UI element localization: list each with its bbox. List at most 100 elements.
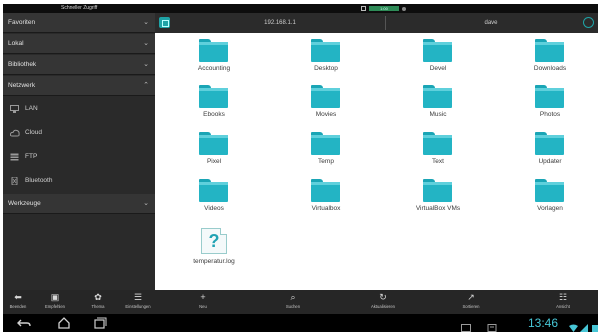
folder-item[interactable]: Desktop — [281, 35, 371, 75]
folder-icon — [199, 132, 228, 155]
folder-item[interactable]: Accounting — [169, 35, 259, 75]
storage-icon — [487, 319, 497, 332]
sidebar-item-label: Cloud — [25, 129, 42, 136]
toolbar-button-suchen[interactable]: ⌕ Suchen — [273, 290, 313, 314]
clock: 13:46 — [527, 316, 558, 330]
toolbar-button-beenden[interactable]: ⬅ Beenden — [5, 290, 31, 314]
folder-icon — [423, 85, 452, 108]
toolbar-button-einstellungen[interactable]: ☰ Einstellungen — [121, 290, 155, 314]
folder-item[interactable]: Devel — [393, 35, 483, 75]
toolbar-label: Ansicht — [556, 304, 570, 309]
file-name: Devel — [429, 65, 447, 72]
toolbar-button-thema[interactable]: ✿ Thema — [84, 290, 112, 314]
screenshot-icon — [461, 319, 471, 332]
breadcrumb-host[interactable]: 192.168.1.1 — [175, 13, 385, 33]
chevron-down-icon: ⌄ — [143, 40, 149, 47]
breadcrumb-divider — [385, 16, 386, 30]
file-name: Videos — [204, 205, 224, 212]
breadcrumb-folder[interactable]: dave — [391, 13, 591, 33]
sidebar-section-label: Bibliothek — [8, 61, 37, 68]
sidebar-section-label: Lokal — [8, 40, 24, 47]
toolbar-label: Neu — [199, 304, 207, 309]
folder-item[interactable]: Text — [393, 128, 483, 168]
folder-item[interactable]: Movies — [281, 81, 371, 121]
sidebar-section-lokal[interactable]: Lokal ⌄ — [3, 34, 155, 54]
sidebar-item-lan[interactable]: LAN — [3, 97, 155, 121]
file-name: Music — [429, 111, 447, 118]
sidebar-item-cloud[interactable]: Cloud — [3, 121, 155, 145]
toolbar-label: Empfehlen — [44, 304, 66, 309]
home-button-icon[interactable] — [55, 314, 73, 332]
file-name: Downloads — [533, 65, 567, 72]
toolbar-button-neu[interactable]: + Neu — [183, 290, 223, 314]
folder-item[interactable]: Downloads — [505, 35, 595, 75]
sidebar-section-favoriten[interactable]: Favoriten ⌄ — [3, 13, 155, 33]
sidebar-item-label: LAN — [25, 105, 38, 112]
folder-icon — [199, 179, 228, 202]
sort-icon: ↗ — [467, 292, 475, 302]
file-name: Vorlagen — [537, 205, 563, 212]
sidebar-section-label: Favoriten — [8, 19, 36, 26]
recent-apps-icon[interactable] — [91, 314, 109, 332]
folder-item[interactable]: Pixel — [169, 128, 259, 168]
sidebar-section-bibliothek[interactable]: Bibliothek ⌄ — [3, 55, 155, 75]
chevron-down-icon: ⌄ — [143, 200, 149, 207]
plus-icon: + — [200, 292, 206, 302]
unknown-file-icon: ? — [201, 228, 227, 254]
toolbar-label: Sortieren — [462, 304, 480, 309]
grid-view-icon: ☷ — [558, 292, 568, 302]
folder-icon — [423, 179, 452, 202]
folder-icon — [423, 132, 452, 155]
folder-item[interactable]: Ebooks — [169, 81, 259, 121]
file-name: Photos — [539, 111, 561, 118]
sidebar-item-ftp[interactable]: FTP — [3, 145, 155, 169]
battery-icon — [591, 319, 599, 332]
toolbar-label: Thema — [91, 304, 105, 309]
status-strip: Schneller Zugriff 1:00 — [3, 4, 598, 13]
chevron-up-icon: ⌃ — [143, 82, 149, 89]
theme-icon: ✿ — [94, 292, 102, 302]
settings-icon: ☰ — [133, 292, 143, 302]
file-name: Accounting — [197, 65, 231, 72]
file-item[interactable]: ? temperatur.log — [169, 228, 259, 268]
status-title: Schneller Zugriff — [61, 5, 98, 11]
sidebar-item-label: Bluetooth — [25, 177, 53, 184]
folder-item[interactable]: Temp — [281, 128, 371, 168]
refresh-path-icon[interactable] — [583, 17, 594, 28]
sidebar-item-label: FTP — [25, 153, 38, 160]
file-name: Pixel — [206, 158, 222, 165]
toolbar-button-aktualisieren[interactable]: ↻ Aktualisieren — [363, 290, 403, 314]
toolbar-button-empfehlen[interactable]: ▣ Empfehlen — [38, 290, 72, 314]
toolbar-label: Aktualisieren — [371, 304, 395, 309]
folder-item[interactable]: VirtualBox VMs — [393, 175, 483, 215]
signal-icon — [580, 319, 589, 332]
back-icon[interactable] — [15, 314, 33, 332]
file-name: Ebooks — [203, 111, 225, 118]
folder-icon — [423, 39, 452, 62]
folder-icon — [311, 132, 340, 155]
refresh-icon: ↻ — [379, 292, 387, 302]
folder-icon — [311, 179, 340, 202]
folder-icon — [199, 85, 228, 108]
folder-item[interactable]: Videos — [169, 175, 259, 215]
exit-icon: ⬅ — [14, 292, 22, 302]
folder-icon — [311, 85, 340, 108]
folder-icon — [535, 39, 564, 62]
folder-item[interactable]: Music — [393, 81, 483, 121]
toolbar-button-sortieren[interactable]: ↗ Sortieren — [451, 290, 491, 314]
indicator-dot-icon — [402, 6, 406, 11]
folder-item[interactable]: Virtualbox — [281, 175, 371, 215]
folder-item[interactable]: Vorlagen — [505, 175, 595, 215]
sidebar-item-bluetooth[interactable]: Bluetooth — [3, 169, 155, 193]
toolbar-button-ansicht[interactable]: ☷ Ansicht — [543, 290, 583, 314]
home-icon[interactable] — [159, 17, 170, 28]
sidebar-section-werkzeuge[interactable]: Werkzeuge ⌄ — [3, 194, 155, 214]
file-name: Updater — [538, 158, 562, 165]
sidebar-section-netzwerk[interactable]: Netzwerk ⌃ — [3, 76, 155, 96]
file-name: VirtualBox VMs — [415, 205, 461, 212]
path-bar: 192.168.1.1 dave — [155, 13, 598, 33]
file-grid: Accounting Desktop Devel Downloads Ebooks Mov… — [155, 33, 598, 290]
sidebar-section-label: Netzwerk — [8, 82, 36, 89]
folder-item[interactable]: Photos — [505, 81, 595, 121]
folder-item[interactable]: Updater — [505, 128, 595, 168]
